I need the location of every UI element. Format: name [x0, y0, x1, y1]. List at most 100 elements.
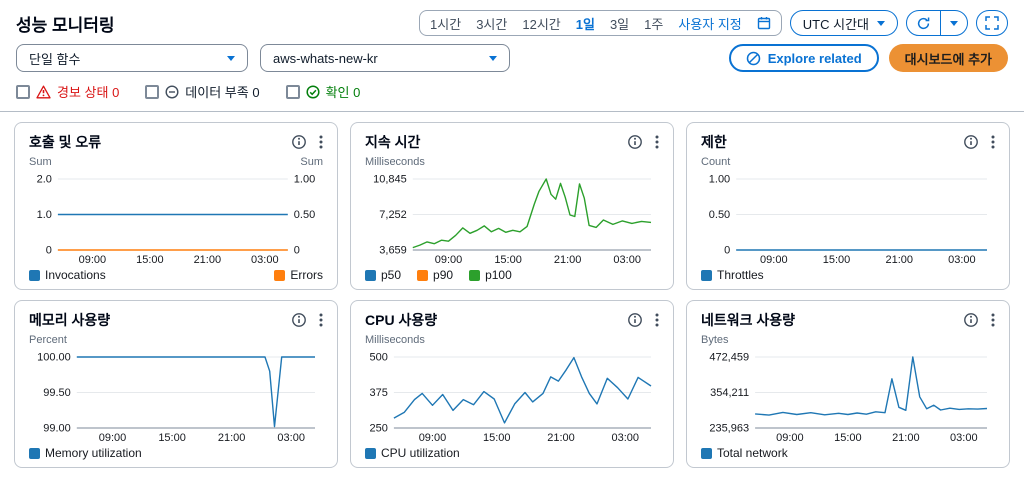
time-range-option[interactable]: 12시간 — [522, 14, 560, 33]
insufficient-data-checkbox[interactable] — [145, 84, 160, 99]
svg-text:03:00: 03:00 — [612, 432, 640, 444]
explore-related-button[interactable]: Explore related — [728, 44, 879, 72]
kebab-menu-icon[interactable] — [655, 134, 659, 150]
alarm-state-filter: 경보 상태 0 — [16, 82, 119, 101]
svg-text:100.00: 100.00 — [37, 352, 71, 364]
info-icon[interactable] — [291, 312, 307, 328]
svg-text:21:00: 21:00 — [194, 254, 222, 266]
ok-state-label: 확인 0 — [325, 85, 361, 100]
alarm-filter-row: 경보 상태 0 데이터 부족 0 확인 0 — [0, 80, 1024, 111]
minus-circle-icon — [165, 84, 179, 99]
chart-title: 호출 및 오류 — [29, 134, 102, 150]
timezone-select-value: UTC 시간대 — [802, 16, 869, 32]
explore-icon — [746, 51, 760, 65]
time-range-option[interactable]: 3시간 — [476, 14, 507, 33]
toolbar: 성능 모니터링 1시간 3시간 12시간 1일 3일 1주 사용자 지정 UTC… — [0, 0, 1024, 42]
check-circle-icon — [306, 84, 320, 99]
line-chart: Bytes 235,963 354,211 472,459 09:00 15:00 21:0… — [701, 334, 988, 444]
legend-item[interactable]: CPU utilization — [365, 446, 460, 460]
legend-label: Errors — [290, 268, 323, 282]
svg-text:09:00: 09:00 — [776, 432, 804, 444]
function-select[interactable]: aws-whats-new-kr — [260, 44, 510, 72]
legend-label: CPU utilization — [381, 446, 460, 460]
svg-text:03:00: 03:00 — [950, 432, 978, 444]
chart-legend: Total network — [701, 445, 995, 462]
line-chart: Count 0 0.50 1.00 09:00 15:00 21:00 03:00 — [701, 156, 987, 266]
expand-icon — [985, 16, 999, 30]
svg-text:250: 250 — [370, 423, 388, 435]
chart-title: 네트워크 사용량 — [701, 312, 796, 328]
legend-item[interactable]: p50 — [365, 268, 401, 282]
svg-text:0: 0 — [294, 245, 300, 257]
svg-text:09:00: 09:00 — [99, 432, 127, 444]
svg-text:Milliseconds: Milliseconds — [365, 334, 425, 346]
fullscreen-button[interactable] — [976, 10, 1008, 36]
svg-text:10,845: 10,845 — [373, 174, 407, 186]
chart-title: 지속 시간 — [365, 134, 421, 150]
info-icon[interactable] — [963, 312, 979, 328]
scope-select-value: 단일 함수 — [29, 51, 81, 67]
calendar-icon[interactable] — [757, 16, 771, 30]
alarm-state-checkbox[interactable] — [16, 84, 30, 99]
legend-label: p90 — [433, 268, 454, 282]
scope-select[interactable]: 단일 함수 — [16, 44, 248, 72]
legend-item[interactable]: Total network — [701, 446, 788, 460]
info-icon[interactable] — [627, 312, 643, 328]
legend-swatch — [274, 269, 286, 281]
legend-label: Memory utilization — [45, 446, 142, 460]
legend-item[interactable]: Invocations — [29, 268, 106, 282]
kebab-menu-icon[interactable] — [991, 312, 995, 328]
svg-text:1.00: 1.00 — [709, 174, 730, 186]
legend-item[interactable]: p100 — [469, 268, 512, 282]
svg-text:21:00: 21:00 — [554, 254, 582, 266]
info-icon[interactable] — [963, 134, 979, 150]
time-range-option[interactable]: 1일 — [576, 14, 595, 33]
add-to-dashboard-button[interactable]: 대시보드에 추가 — [888, 44, 1008, 72]
svg-text:Sum: Sum — [300, 156, 323, 168]
caret-down-icon — [950, 20, 958, 26]
line-chart: Milliseconds 250 375 500 09:00 15:00 21:00 03:0… — [365, 334, 652, 444]
legend-item[interactable]: p90 — [417, 268, 453, 282]
kebab-menu-icon[interactable] — [991, 134, 995, 150]
info-icon[interactable] — [627, 134, 643, 150]
caret-down-icon — [489, 55, 497, 61]
time-range-option[interactable]: 1시간 — [430, 14, 461, 33]
refresh-options-button[interactable] — [940, 11, 967, 35]
line-chart: Sum Sum 0 1.0 2.0 0 0.50 1.00 09:00 15:00 21:00 03:… — [29, 156, 323, 266]
legend-swatch — [469, 269, 481, 281]
kebab-menu-icon[interactable] — [319, 134, 323, 150]
time-range-option[interactable]: 1주 — [644, 14, 663, 33]
svg-text:03:00: 03:00 — [277, 432, 305, 444]
custom-range-link[interactable]: 사용자 지정 — [678, 14, 741, 33]
legend-label: Invocations — [45, 268, 106, 282]
timezone-select[interactable]: UTC 시간대 — [789, 10, 898, 36]
svg-text:03:00: 03:00 — [251, 254, 279, 266]
svg-text:Sum: Sum — [29, 156, 52, 168]
refresh-button[interactable] — [907, 11, 940, 35]
kebab-menu-icon[interactable] — [655, 312, 659, 328]
legend-swatch — [365, 447, 376, 459]
chart-title: 제한 — [701, 134, 727, 150]
svg-text:15:00: 15:00 — [834, 432, 862, 444]
svg-text:09:00: 09:00 — [435, 254, 463, 266]
page-title: 성능 모니터링 — [16, 15, 115, 35]
time-range-group: 1시간 3시간 12시간 1일 3일 1주 사용자 지정 — [419, 10, 782, 36]
chart-legend: CPU utilization — [365, 445, 659, 462]
svg-text:1.00: 1.00 — [294, 174, 315, 186]
chart-card-network: 네트워크 사용량 Bytes 235,963 354,211 472,459 09:00… — [686, 300, 1010, 468]
chart-card-invocations-errors: 호출 및 오류 Sum Sum 0 1.0 2.0 0 0.50 1.00 09:00 15:00… — [14, 122, 338, 290]
ok-state-checkbox[interactable] — [285, 84, 300, 99]
svg-text:21:00: 21:00 — [547, 432, 575, 444]
svg-text:Count: Count — [701, 156, 730, 168]
legend-item[interactable]: Memory utilization — [29, 446, 142, 460]
kebab-menu-icon[interactable] — [319, 312, 323, 328]
legend-item[interactable]: Throttles — [701, 268, 764, 282]
chart-legend: Memory utilization — [29, 445, 323, 462]
info-icon[interactable] — [291, 134, 307, 150]
insufficient-data-label: 데이터 부족 0 — [185, 85, 260, 100]
svg-text:03:00: 03:00 — [948, 254, 976, 266]
time-range-option[interactable]: 3일 — [610, 14, 629, 33]
svg-text:03:00: 03:00 — [613, 254, 641, 266]
svg-text:15:00: 15:00 — [483, 432, 511, 444]
legend-item[interactable]: Errors — [274, 268, 323, 282]
